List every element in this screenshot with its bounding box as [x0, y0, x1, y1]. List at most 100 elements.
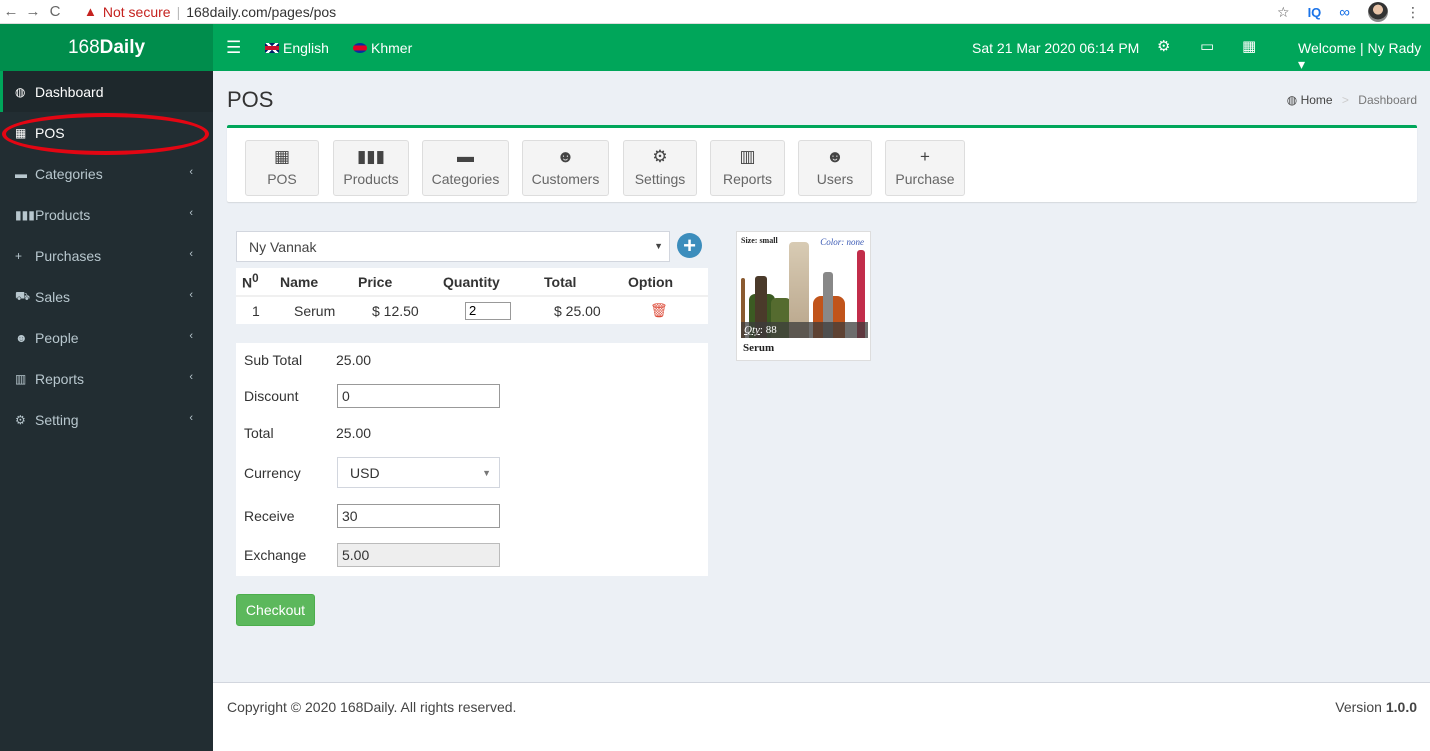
- shortcut-label: Customers: [531, 171, 600, 187]
- breadcrumb: ◍ Home > Dashboard: [1287, 93, 1417, 107]
- sidebar-item-setting[interactable]: ⚙ Setting ‹: [0, 399, 213, 440]
- sidebar-item-categories[interactable]: ▬ Categories ‹: [0, 153, 213, 194]
- grid-icon[interactable]: ▦: [1242, 37, 1256, 55]
- barcode-icon: ▮▮▮: [356, 147, 386, 166]
- breadcrumb-home[interactable]: Home: [1301, 93, 1333, 107]
- browser-menu-icon[interactable]: ⋮: [1406, 4, 1420, 21]
- gears-icon: ⚙: [15, 412, 26, 427]
- users-icon: ☻: [15, 330, 28, 345]
- gears-icon[interactable]: ⚙: [1157, 37, 1170, 55]
- header-datetime: Sat 21 Mar 2020 06:14 PM: [972, 40, 1140, 56]
- shortcut-label: Users: [816, 171, 854, 187]
- shortcut-purchase-button[interactable]: + Purchase: [885, 140, 965, 196]
- product-card[interactable]: Size: small Color: none Qty: 88 Serum: [736, 231, 871, 361]
- reload-icon[interactable]: C: [44, 3, 66, 20]
- chevron-left-icon: ‹: [189, 330, 193, 342]
- cell-quantity: [437, 296, 538, 324]
- profile-avatar[interactable]: [1368, 2, 1388, 22]
- caret-down-icon: ▼: [654, 241, 663, 251]
- sidebar-item-label: Products: [35, 206, 91, 223]
- shortcut-reports-button[interactable]: ▥ Reports: [710, 140, 785, 196]
- receive-label: Receive: [244, 508, 295, 524]
- shortcut-panel: ▦ POS ▮▮▮ Products ▬ Categories ☻ Custom…: [227, 125, 1417, 202]
- bookmark-star-icon[interactable]: ☆: [1277, 4, 1290, 21]
- cart-table: N0 Name Price Quantity Total Option 1 Se…: [236, 268, 708, 324]
- user-menu[interactable]: Welcome | Ny Rady ▾: [1298, 40, 1430, 73]
- monitor-icon[interactable]: ▭: [1200, 37, 1214, 55]
- product-qty-value: : 88: [759, 324, 777, 336]
- menu-toggle-icon[interactable]: ☰: [226, 38, 241, 58]
- chevron-left-icon: ‹: [189, 166, 193, 178]
- shortcut-products-button[interactable]: ▮▮▮ Products: [333, 140, 409, 196]
- column-header-no-sup: 0: [252, 272, 259, 286]
- sidebar-item-purchases[interactable]: + Purchases ‹: [0, 235, 213, 276]
- table-row: 1 Serum $ 12.50 $ 25.00 🗑: [236, 296, 708, 324]
- shortcut-label: Reports: [722, 171, 773, 187]
- uk-flag-icon: [265, 43, 279, 53]
- extension-iq-icon[interactable]: IQ: [1308, 5, 1322, 20]
- column-header-total: Total: [538, 268, 622, 297]
- back-arrow-icon[interactable]: ←: [0, 3, 22, 20]
- chevron-left-icon: ‹: [189, 412, 193, 424]
- cell-option: 🗑: [622, 296, 708, 324]
- dashboard-icon: ◍: [1286, 93, 1298, 107]
- chevron-left-icon: ‹: [189, 371, 193, 383]
- sidebar-item-reports[interactable]: ▥ Reports ‹: [0, 358, 213, 399]
- cambodia-flag-icon: [353, 43, 367, 53]
- discount-input[interactable]: [337, 384, 500, 408]
- cell-no: 1: [252, 302, 260, 319]
- shortcut-pos-button[interactable]: ▦ POS: [245, 140, 319, 196]
- currency-label: Currency: [244, 465, 301, 481]
- currency-select-value: USD: [350, 465, 380, 481]
- forward-arrow-icon[interactable]: →: [22, 3, 44, 20]
- sidebar-item-people[interactable]: ☻ People ‹: [0, 317, 213, 358]
- product-color-tag: Color: none: [820, 237, 864, 247]
- customer-select[interactable]: Ny Vannak ▼: [236, 231, 670, 262]
- language-english-label: English: [283, 40, 329, 56]
- sidebar-item-label: POS: [35, 124, 65, 141]
- chevron-left-icon: ‹: [189, 289, 193, 301]
- cart-table-header: N0 Name Price Quantity Total Option: [236, 268, 708, 297]
- currency-select[interactable]: USD ▼: [337, 457, 500, 488]
- receive-input[interactable]: [337, 504, 500, 528]
- extension-infinity-icon[interactable]: ∞: [1339, 4, 1350, 21]
- shortcut-label: Categories: [431, 171, 500, 187]
- url-separator: |: [176, 3, 181, 20]
- sidebar-item-sales[interactable]: ⛟ Sales ‹: [0, 276, 213, 317]
- sidebar-item-pos[interactable]: ▦ POS: [0, 112, 213, 153]
- brand-logo[interactable]: 168 Daily: [0, 24, 213, 71]
- main-header: 168 Daily ☰ English Khmer Sat 21 Mar 2020…: [0, 24, 1430, 73]
- shortcut-label: Settings: [634, 171, 686, 187]
- product-qty-strip: Qty: 88: [741, 322, 868, 338]
- sidebar-item-products[interactable]: ▮▮▮ Products ‹: [0, 194, 213, 235]
- content-header: POS ◍ Home > Dashboard: [213, 71, 1430, 123]
- pos-grid-icon: ▦: [15, 125, 27, 140]
- sidebar-item-dashboard[interactable]: ◍ Dashboard: [0, 71, 213, 112]
- brand-text-bold: Daily: [99, 36, 146, 58]
- security-label[interactable]: Not secure: [103, 4, 171, 20]
- language-english[interactable]: English: [265, 40, 329, 56]
- shortcut-label: Purchase: [895, 171, 955, 187]
- language-khmer[interactable]: Khmer: [353, 40, 412, 56]
- footer: Copyright © 2020 168Daily. All rights re…: [213, 682, 1430, 727]
- shortcut-users-button[interactable]: ☻ Users: [798, 140, 872, 196]
- shortcut-settings-button[interactable]: ⚙ Settings: [623, 140, 697, 196]
- cell-total: $ 25.00: [554, 302, 601, 319]
- breadcrumb-separator: >: [1341, 93, 1349, 107]
- checkout-button[interactable]: Checkout: [236, 594, 315, 626]
- copyright-text: Copyright © 2020 168Daily. All rights re…: [227, 699, 517, 715]
- quantity-input[interactable]: [465, 301, 511, 320]
- shortcut-customers-button[interactable]: ☻ Customers: [522, 140, 609, 196]
- page-title: POS: [227, 87, 274, 112]
- bottom-strip: [0, 727, 1430, 751]
- column-header-price: Price: [352, 268, 437, 297]
- total-value: 25.00: [336, 425, 372, 441]
- sidebar-item-label: Sales: [35, 288, 71, 305]
- add-customer-button[interactable]: +: [677, 233, 702, 258]
- subtotal-value: 25.00: [336, 352, 372, 368]
- folder-icon: ▬: [15, 166, 27, 181]
- total-label: Total: [244, 425, 274, 441]
- address-bar[interactable]: 168daily.com/pages/pos: [186, 4, 336, 20]
- shortcut-categories-button[interactable]: ▬ Categories: [422, 140, 509, 196]
- trash-icon[interactable]: 🗑: [650, 302, 668, 318]
